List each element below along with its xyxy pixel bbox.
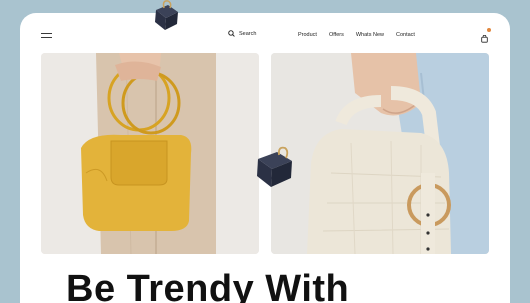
search-icon [228, 30, 235, 37]
main-nav: Product Offers Whats New Contact [298, 32, 415, 38]
hero-headline: Be Trendy With [66, 268, 350, 303]
nav-item-product[interactable]: Product [298, 32, 317, 38]
search-button[interactable]: Search [228, 30, 256, 37]
gift-box-icon [155, 0, 178, 30]
shopping-bag-icon [481, 34, 488, 43]
hero-image-yellow-bag [41, 53, 259, 254]
hero-image-white-bag [271, 53, 489, 254]
nav-item-offers[interactable]: Offers [329, 32, 344, 38]
nav-item-whats-new[interactable]: Whats New [356, 32, 384, 38]
search-label: Search [239, 30, 257, 37]
nav-item-contact[interactable]: Contact [396, 32, 415, 38]
gift-box-icon [257, 146, 292, 187]
cart-badge [487, 28, 491, 32]
cart-button[interactable] [481, 28, 491, 48]
hamburger-menu-icon[interactable] [41, 33, 52, 39]
